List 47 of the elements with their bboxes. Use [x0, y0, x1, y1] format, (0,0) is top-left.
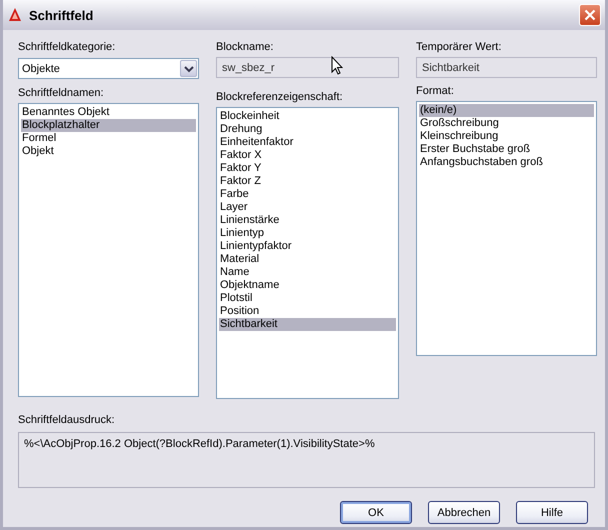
- list-item[interactable]: Linienstärke: [219, 214, 396, 227]
- dialog-button[interactable]: OK: [340, 501, 412, 524]
- chevron-down-icon: [184, 64, 194, 72]
- field-label: Schriftfeldausdruck:: [18, 413, 116, 427]
- list-item[interactable]: Objekt: [21, 145, 196, 158]
- list-item[interactable]: (kein/e): [419, 104, 594, 117]
- list-item[interactable]: Benanntes Objekt: [21, 106, 196, 119]
- dialog-button[interactable]: Abbrechen: [428, 501, 500, 524]
- field-label: Temporärer Wert:: [416, 40, 502, 54]
- list-item[interactable]: Blockplatzhalter: [21, 119, 196, 132]
- dialog-button[interactable]: Hilfe: [516, 501, 588, 524]
- field-label: Blockreferenzeigenschaft:: [216, 90, 343, 104]
- list-item[interactable]: Großschreibung: [419, 117, 594, 130]
- app-icon: [7, 7, 23, 23]
- list-item[interactable]: Plotstil: [219, 292, 396, 305]
- expression-field[interactable]: %<\AcObjProp.16.2 Object(?BlockRefId).Parameter(1).VisibilityState>%: [18, 432, 595, 488]
- list-item[interactable]: Sichtbarkeit: [219, 318, 396, 331]
- list-item[interactable]: Blockeinheit: [219, 110, 396, 123]
- field-label: Schriftfeldnamen:: [18, 86, 104, 100]
- category-dropdown[interactable]: Objekte: [18, 58, 199, 79]
- close-button[interactable]: [579, 4, 601, 26]
- read-only-field: sw_sbez_r: [216, 57, 399, 78]
- list-item[interactable]: Kleinschreibung: [419, 130, 594, 143]
- window-title: Schriftfeld: [29, 8, 94, 22]
- list-item[interactable]: Drehung: [219, 123, 396, 136]
- list-item[interactable]: Formel: [21, 132, 196, 145]
- list-item[interactable]: Farbe: [219, 188, 396, 201]
- list-item[interactable]: Objektname: [219, 279, 396, 292]
- list-item[interactable]: Linientypfaktor: [219, 240, 396, 253]
- list-item[interactable]: Erster Buchstabe groß: [419, 143, 594, 156]
- list-item[interactable]: Linientyp: [219, 227, 396, 240]
- list-item[interactable]: Faktor Z: [219, 175, 396, 188]
- field-label: Blockname:: [216, 40, 274, 54]
- list-item[interactable]: Position: [219, 305, 396, 318]
- list-item[interactable]: Name: [219, 266, 396, 279]
- cursor-icon: [331, 56, 343, 76]
- list-item[interactable]: Material: [219, 253, 396, 266]
- field-label: Schriftfeldkategorie:: [18, 40, 116, 54]
- close-icon: [584, 9, 596, 21]
- field-label: Format:: [416, 84, 454, 98]
- list-item[interactable]: Anfangsbuchstaben groß: [419, 156, 594, 169]
- list-item[interactable]: Faktor X: [219, 149, 396, 162]
- list-item[interactable]: Layer: [219, 201, 396, 214]
- list-item[interactable]: Faktor Y: [219, 162, 396, 175]
- list-item[interactable]: Einheitenfaktor: [219, 136, 396, 149]
- read-only-field: Sichtbarkeit: [416, 57, 597, 78]
- dropdown-button[interactable]: [180, 60, 197, 77]
